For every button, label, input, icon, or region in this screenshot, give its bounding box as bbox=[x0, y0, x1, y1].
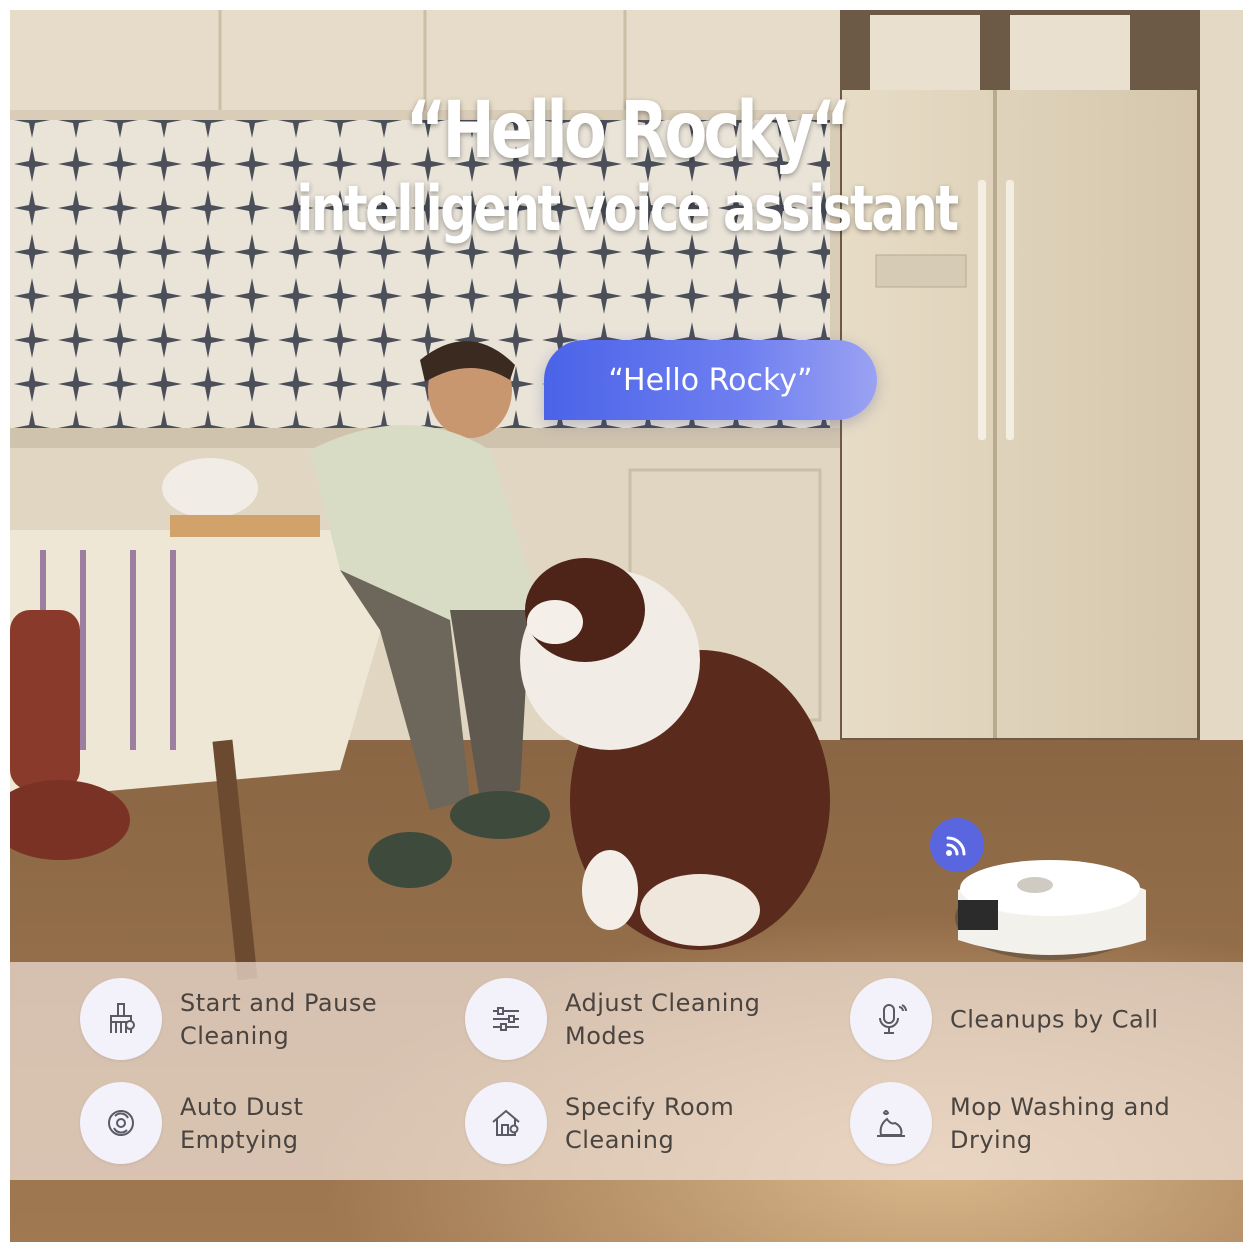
headline-title: “Hello Rocky“ bbox=[405, 86, 851, 176]
feature-label: Specify Room Cleaning bbox=[565, 1093, 735, 1154]
broom-icon bbox=[80, 978, 162, 1060]
voice-command-bubble: “Hello Rocky” bbox=[544, 340, 877, 420]
feature-label: Mop Washing and Drying bbox=[950, 1093, 1171, 1154]
headline-subtitle: intelligent voice assistant bbox=[296, 172, 959, 245]
wifi-signal-icon bbox=[930, 818, 984, 872]
features-panel: Start and Pause Cleaning Adjust Cleaning… bbox=[10, 962, 1243, 1180]
feature-specify-room-cleaning: Specify Room Cleaning bbox=[465, 1082, 825, 1166]
feature-adjust-cleaning-modes: Adjust Cleaning Modes bbox=[465, 978, 825, 1062]
feature-cleanups-by-call: Cleanups by Call bbox=[850, 978, 1210, 1062]
sliders-icon bbox=[465, 978, 547, 1060]
microphone-icon bbox=[850, 978, 932, 1060]
feature-label: Start and Pause Cleaning bbox=[180, 989, 378, 1050]
feature-label: Adjust Cleaning Modes bbox=[565, 989, 761, 1050]
feature-auto-dust-emptying: Auto Dust Emptying bbox=[80, 1082, 440, 1166]
feature-label: Cleanups by Call bbox=[950, 1005, 1159, 1034]
feature-start-pause-cleaning: Start and Pause Cleaning bbox=[80, 978, 440, 1062]
house-icon bbox=[465, 1082, 547, 1164]
product-banner: “Hello Rocky“ intelligent voice assistan… bbox=[10, 10, 1243, 1242]
feature-label: Auto Dust Emptying bbox=[180, 1093, 304, 1154]
swirl-icon bbox=[80, 1082, 162, 1164]
feature-mop-washing-drying: Mop Washing and Drying bbox=[850, 1082, 1210, 1166]
mop-icon bbox=[850, 1082, 932, 1164]
